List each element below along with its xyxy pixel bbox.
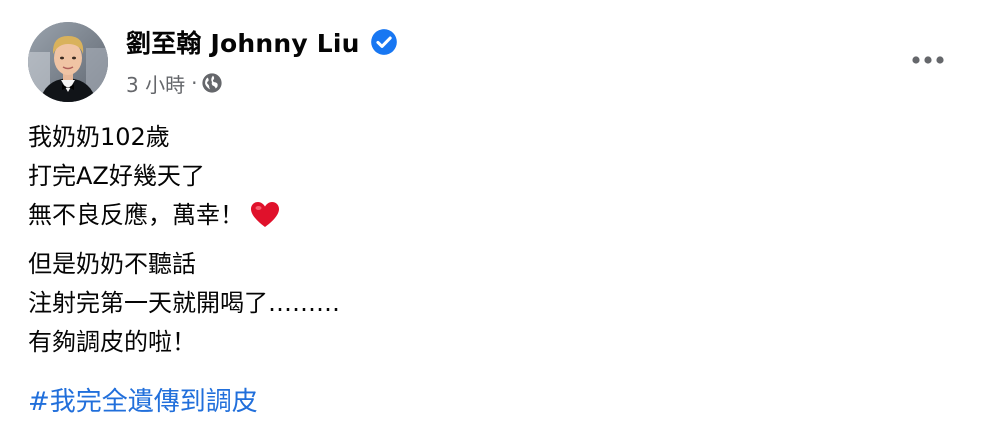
post-timestamp[interactable]: 3 小時: [126, 69, 185, 98]
message-line: 我奶奶102歲: [28, 123, 170, 151]
meta-separator: ·: [191, 71, 198, 95]
profile-photo: [28, 22, 108, 102]
more-options-icon: [912, 56, 944, 64]
author-avatar[interactable]: [28, 22, 108, 102]
author-name[interactable]: 劉至翰 Johnny Liu: [126, 24, 360, 60]
verified-badge-icon: [370, 28, 398, 56]
hashtag-link[interactable]: #我完全遺傳到調皮: [28, 384, 258, 420]
more-options-button[interactable]: [906, 44, 950, 76]
message-line: 有夠調皮的啦！: [28, 328, 196, 356]
message-paragraph: 但是奶奶不聽話 注射完第一天就開喝了……… 有夠調皮的啦！: [28, 245, 928, 362]
author-header: 劉至翰 Johnny Liu: [126, 22, 398, 62]
message-line: 但是奶奶不聽話: [28, 250, 196, 278]
message-line: 無不良反應，萬幸！: [28, 196, 928, 235]
globe-icon[interactable]: [201, 72, 223, 94]
facebook-post: 劉至翰 Johnny Liu 3 小時 · 我奶奶102歲 打完AZ好幾天了 無…: [0, 0, 984, 440]
message-paragraph: 我奶奶102歲 打完AZ好幾天了 無不良反應，萬幸！: [28, 118, 928, 235]
post-meta: 3 小時 ·: [126, 68, 223, 98]
post-message: 我奶奶102歲 打完AZ好幾天了 無不良反應，萬幸！ 但是奶奶不聽話 注射完第一…: [28, 118, 928, 362]
message-line: 打完AZ好幾天了: [28, 162, 205, 190]
message-line-text: 無不良反應，萬幸！: [28, 201, 244, 229]
heart-emoji-icon: [250, 201, 280, 229]
message-line: 注射完第一天就開喝了………: [28, 289, 340, 317]
